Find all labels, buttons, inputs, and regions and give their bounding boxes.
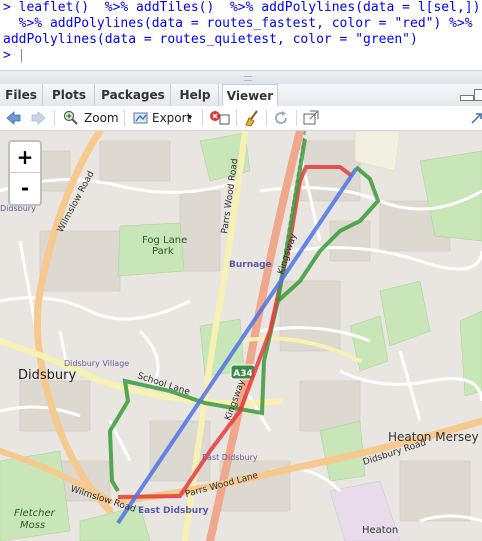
maximize-icon[interactable] bbox=[474, 89, 482, 101]
open-new-window-arrow-icon[interactable] bbox=[470, 109, 482, 127]
place-label-heaton-mersey: Heaton Mersey bbox=[388, 430, 479, 444]
export-button[interactable]: Export ▾ bbox=[133, 109, 197, 127]
place-label-east-didsbury: East Didsbury bbox=[138, 506, 209, 516]
place-label-didsbury: Didsbury bbox=[18, 368, 76, 383]
place-label-heaton: Heaton bbox=[362, 525, 398, 536]
zoom-in-button[interactable]: + bbox=[10, 142, 40, 173]
toolbar-separator bbox=[54, 110, 55, 126]
console-panel[interactable]: > leaflet() %>% addTiles() %>% addPolyli… bbox=[0, 0, 482, 70]
text-cursor bbox=[20, 49, 22, 62]
place-label-fog-lane: Fog Lane bbox=[142, 235, 187, 246]
a34-label: A34 bbox=[233, 369, 253, 379]
refresh-icon[interactable] bbox=[272, 109, 290, 127]
tab-plots[interactable]: Plots bbox=[44, 84, 95, 106]
zoom-out-button[interactable]: - bbox=[10, 173, 40, 203]
place-label-fletcher: Fletcher bbox=[14, 508, 56, 519]
pane-window-controls bbox=[460, 89, 482, 101]
place-label-east-didsbury-small: East Didsbury bbox=[202, 453, 258, 462]
export-label: Export bbox=[152, 111, 192, 125]
tab-help[interactable]: Help bbox=[172, 84, 219, 106]
toolbar-separator bbox=[124, 110, 125, 126]
splitter-grip-icon bbox=[244, 76, 252, 81]
console-prompt-line[interactable]: > bbox=[3, 48, 22, 64]
tab-packages[interactable]: Packages bbox=[96, 84, 171, 106]
toolbar-separator bbox=[236, 110, 237, 126]
clear-viewer-icon[interactable] bbox=[209, 109, 231, 127]
tab-files[interactable]: Files bbox=[0, 84, 43, 106]
place-label-didsbury-village: Didsbury Village bbox=[64, 359, 129, 368]
map-zoom-control: + - bbox=[8, 140, 42, 206]
toolbar-separator bbox=[296, 110, 297, 126]
pane-tab-bar: Files Plots Packages Help Viewer bbox=[0, 84, 482, 107]
magnifier-plus-icon bbox=[63, 110, 78, 125]
toolbar-separator bbox=[266, 110, 267, 126]
tab-viewer[interactable]: Viewer bbox=[222, 84, 278, 107]
console-prompt: > bbox=[3, 48, 11, 63]
place-label-burnage: Burnage bbox=[229, 260, 272, 270]
viewer-toolbar: Zoom Export ▾ bbox=[0, 106, 482, 131]
forward-arrow-icon[interactable] bbox=[31, 109, 47, 127]
console-line: %>% addPolylines(data = routes_fastest, … bbox=[3, 16, 473, 31]
place-label-moss: Moss bbox=[20, 520, 45, 531]
pane-splitter[interactable] bbox=[0, 70, 482, 85]
console-line: addPolylines(data = routes_quietest, col… bbox=[3, 32, 418, 47]
export-image-icon bbox=[133, 112, 148, 124]
show-in-new-window-icon[interactable] bbox=[302, 109, 320, 127]
back-arrow-icon[interactable] bbox=[5, 109, 21, 127]
broom-icon[interactable] bbox=[243, 109, 261, 127]
zoom-button[interactable]: Zoom bbox=[63, 109, 121, 127]
console-line: > leaflet() %>% addTiles() %>% addPolyli… bbox=[3, 0, 481, 15]
place-label-park: Park bbox=[152, 246, 174, 257]
zoom-label: Zoom bbox=[84, 111, 119, 125]
dropdown-caret-icon: ▾ bbox=[188, 113, 193, 122]
toolbar-separator bbox=[202, 110, 203, 126]
map-tiles: A34 Wilmslow Road Parrs Wood Road Kingsw… bbox=[0, 131, 482, 541]
leaflet-map[interactable]: A34 Wilmslow Road Parrs Wood Road Kingsw… bbox=[0, 131, 482, 541]
minimize-icon[interactable] bbox=[460, 95, 474, 101]
